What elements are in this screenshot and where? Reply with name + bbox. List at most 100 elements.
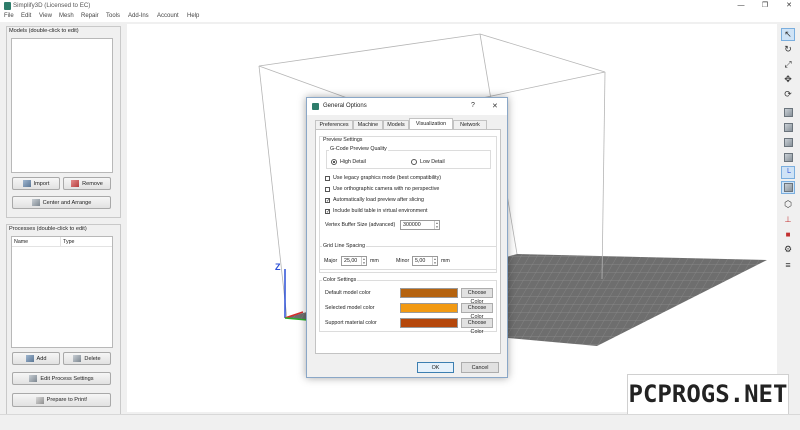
add-process-button[interactable]: Add: [12, 352, 60, 365]
add-label: Add: [36, 355, 47, 362]
edit-process-settings-button[interactable]: Edit Process Settings: [12, 372, 111, 385]
title-bar: Simplify3D (Licensed to EC) — ❐ ✕: [0, 0, 800, 12]
maximize-button[interactable]: ❐: [754, 0, 776, 12]
major-spacing-value: 25,00: [344, 258, 358, 264]
settings-gear-icon[interactable]: ⚙: [781, 243, 795, 256]
major-spacing-input[interactable]: 25,00 ▲ ▼: [341, 256, 367, 266]
prepare-to-print-button[interactable]: Prepare to Print!: [12, 393, 111, 407]
color-settings-label: Color Settings: [322, 277, 358, 283]
high-detail-label: High Detail: [340, 159, 366, 165]
selected-model-choose-color-button[interactable]: Choose Color: [461, 303, 493, 320]
dialog-title-bar[interactable]: General Options ? ✕: [307, 98, 507, 115]
column-type[interactable]: Type: [63, 239, 74, 245]
menu-add-ins[interactable]: Add-Ins: [128, 13, 149, 19]
menu-help[interactable]: Help: [187, 13, 199, 19]
scale-view-icon[interactable]: ⤢: [781, 58, 795, 71]
pointer-icon[interactable]: ↖: [781, 28, 795, 41]
tab-network[interactable]: Network: [453, 120, 487, 129]
legacy-graphics-checkbox[interactable]: [325, 176, 330, 181]
selected-model-color-swatch[interactable]: [400, 303, 458, 313]
pan-icon[interactable]: ✥: [781, 73, 795, 86]
menu-edit[interactable]: Edit: [21, 13, 31, 19]
grid-spacing-label: Grid Line Spacing: [322, 243, 367, 249]
status-bar: [0, 414, 800, 430]
tab-preferences[interactable]: Preferences: [315, 120, 353, 129]
menu-file[interactable]: File: [4, 13, 14, 19]
low-detail-label: Low Detail: [420, 159, 445, 165]
dialog-help-button[interactable]: ?: [471, 102, 475, 109]
vertex-buffer-input[interactable]: 300000 ▲ ▼: [400, 220, 440, 230]
edit-settings-label: Edit Process Settings: [40, 375, 94, 382]
processes-table[interactable]: Name Type: [11, 236, 113, 348]
high-detail-radio[interactable]: [331, 159, 337, 165]
delete-icon: [73, 355, 82, 362]
cube-selected-icon[interactable]: [781, 181, 795, 194]
center-arrange-button[interactable]: Center and Arrange: [12, 196, 111, 209]
view-top-icon[interactable]: [781, 136, 795, 149]
minimize-button[interactable]: —: [730, 0, 752, 12]
dialog-title: General Options: [323, 103, 367, 109]
layers-icon[interactable]: ≡: [781, 258, 795, 271]
auto-load-preview-checkbox[interactable]: ✓: [325, 198, 330, 204]
minor-unit: mm: [441, 258, 450, 264]
printer-icon: [35, 396, 44, 404]
ok-button[interactable]: OK: [417, 362, 454, 373]
delete-process-button[interactable]: Delete: [63, 352, 111, 365]
default-model-color-swatch[interactable]: [400, 288, 458, 298]
cancel-button[interactable]: Cancel: [461, 362, 499, 373]
default-model-choose-color-button[interactable]: Choose Color: [461, 288, 493, 305]
import-button[interactable]: Import: [12, 177, 60, 190]
view-iso-icon[interactable]: [781, 106, 795, 119]
remove-button[interactable]: Remove: [63, 177, 111, 190]
remove-icon: [71, 180, 80, 187]
preview-settings-label: Preview Settings: [322, 137, 364, 143]
vertex-buffer-value: 300000: [403, 222, 421, 228]
center-arrange-label: Center and Arrange: [42, 199, 92, 206]
menu-repair[interactable]: Repair: [81, 13, 99, 19]
support-material-choose-color-button[interactable]: Choose Color: [461, 318, 493, 335]
mesh-icon[interactable]: ⬡: [781, 198, 795, 211]
close-button[interactable]: ✕: [778, 0, 800, 12]
build-table-icon[interactable]: ■: [781, 228, 795, 241]
vertex-buffer-spin-arrows[interactable]: ▲ ▼: [434, 221, 439, 229]
legacy-graphics-label: Use legacy graphics mode (best compatibi…: [333, 175, 442, 181]
axis-toggle-icon[interactable]: └: [781, 166, 795, 179]
models-panel-label: Models (double-click to edit): [9, 28, 79, 34]
support-material-color-label: Support material color: [325, 320, 377, 326]
menu-view[interactable]: View: [39, 13, 52, 19]
orthographic-camera-checkbox[interactable]: [325, 187, 330, 192]
view-front-icon[interactable]: [781, 121, 795, 134]
add-icon: [25, 355, 34, 362]
visualization-tab-panel: Preview Settings G-Code Preview Quality …: [315, 129, 501, 354]
tab-machine[interactable]: Machine: [353, 120, 383, 129]
menu-account[interactable]: Account: [157, 13, 179, 19]
auto-load-preview-label: Automatically load preview after slicing: [333, 197, 424, 203]
menu-tools[interactable]: Tools: [106, 13, 120, 19]
low-detail-radio[interactable]: [411, 159, 417, 165]
view-bottom-icon[interactable]: [781, 151, 795, 164]
refresh-icon[interactable]: ⟳: [781, 88, 795, 101]
column-name[interactable]: Name: [14, 239, 28, 245]
selected-model-color-label: Selected model color: [325, 305, 375, 311]
column-divider: [60, 237, 61, 246]
processes-panel-label: Processes (double-click to edit): [9, 226, 87, 232]
remove-label: Remove: [82, 180, 103, 187]
vertex-buffer-label: Vertex Buffer Size (advanced): [325, 222, 396, 228]
tab-models[interactable]: Models: [383, 120, 409, 129]
rotate-view-icon[interactable]: ↻: [781, 43, 795, 56]
tab-visualization[interactable]: Visualization: [409, 118, 453, 129]
dialog-close-button[interactable]: ✕: [492, 102, 498, 110]
center-arrange-icon: [31, 199, 40, 206]
include-build-table-checkbox[interactable]: ✓: [325, 209, 330, 215]
support-material-color-swatch[interactable]: [400, 318, 458, 328]
processes-table-header: Name Type: [12, 237, 112, 247]
watermark: PCPROGS.NET: [627, 374, 789, 415]
cross-section-icon[interactable]: ⊥: [781, 213, 795, 226]
minor-spacing-input[interactable]: 5,00 ▲ ▼: [412, 256, 438, 266]
menu-mesh[interactable]: Mesh: [59, 13, 74, 19]
models-list[interactable]: [11, 38, 113, 173]
dialog-app-icon: [312, 103, 319, 110]
minor-spin-arrows[interactable]: ▲ ▼: [432, 257, 437, 265]
import-label: Import: [33, 180, 50, 187]
major-spin-arrows[interactable]: ▲ ▼: [361, 257, 366, 265]
